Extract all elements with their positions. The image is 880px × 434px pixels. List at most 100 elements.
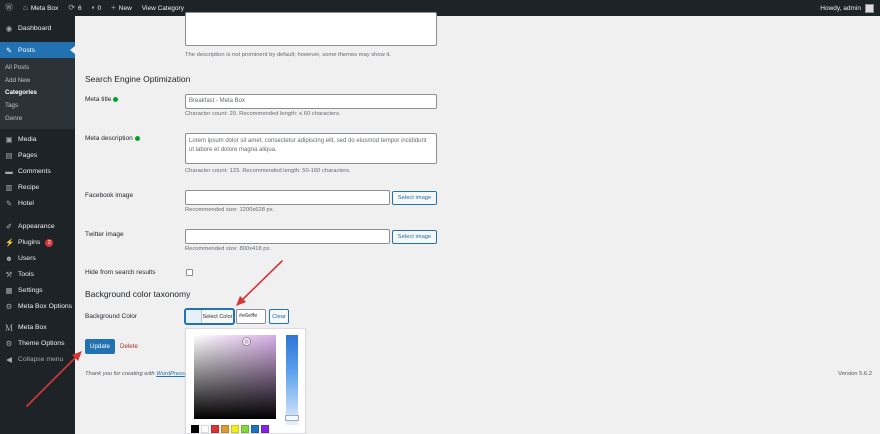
menu-tools[interactable]: ⚒ Tools xyxy=(0,267,75,283)
meta-title-label: Meta title xyxy=(85,96,119,103)
delete-link[interactable]: Delete xyxy=(120,343,138,350)
label-text: Hide from search results xyxy=(85,269,156,276)
comment-icon: ▪ xyxy=(91,3,95,12)
media-icon: ▣ xyxy=(5,135,13,145)
menu-label: Collapse menu xyxy=(18,356,64,364)
description-note: The description is not prominent by defa… xyxy=(185,52,391,58)
updates-menu[interactable]: ⟳ 6 xyxy=(63,0,86,16)
menu-label: Dashboard xyxy=(18,24,52,32)
menu-label: Tools xyxy=(18,271,34,279)
submenu-add-new[interactable]: Add New xyxy=(0,74,75,87)
menu-label: Posts xyxy=(18,46,35,54)
submenu-genre[interactable]: Genre xyxy=(0,112,75,125)
page-icon: ▤ xyxy=(5,151,13,161)
saturation-handle[interactable] xyxy=(243,338,250,345)
submenu-all-posts[interactable]: All Posts xyxy=(0,61,75,74)
menu-label: Theme Options xyxy=(18,340,65,348)
palette-swatch-purple[interactable] xyxy=(261,425,269,433)
background-color-section-title: Background color taxonomy xyxy=(85,289,191,299)
label-text: Twitter image xyxy=(85,231,124,238)
hide-from-search-checkbox[interactable] xyxy=(186,269,193,276)
menu-meta-box[interactable]: M Meta Box xyxy=(0,320,75,336)
submenu-tags[interactable]: Tags xyxy=(0,99,75,112)
menu-media[interactable]: ▣ Media xyxy=(0,132,75,148)
menu-dashboard[interactable]: ◉ Dashboard xyxy=(0,20,75,36)
menu-pages[interactable]: ▤ Pages xyxy=(0,148,75,164)
color-hex-input[interactable]: #e6effe xyxy=(236,309,266,324)
wordpress-logo-menu[interactable]: Ⓦ xyxy=(0,0,18,16)
submenu-categories[interactable]: Categories xyxy=(0,87,75,100)
menu-users[interactable]: ☻ Users xyxy=(0,251,75,267)
meta-description-textarea[interactable]: Lorem ipsum dolor sit amet, consectetur … xyxy=(185,133,437,164)
menu-posts[interactable]: ✎ Posts xyxy=(0,42,75,58)
posts-submenu: All Posts Add New Categories Tags Genre xyxy=(0,58,75,129)
color-palette xyxy=(191,425,269,433)
site-name-menu[interactable]: ⌂ Meta Box xyxy=(18,0,63,16)
hue-slider[interactable] xyxy=(286,335,298,425)
palette-swatch-red[interactable] xyxy=(211,425,219,433)
facebook-select-image-button[interactable]: Select image xyxy=(392,191,437,205)
new-label: New xyxy=(118,4,132,12)
view-category-label: View Category xyxy=(141,4,184,12)
dashboard-icon: ◉ xyxy=(5,23,13,33)
saturation-field[interactable] xyxy=(194,335,276,419)
color-swatch xyxy=(186,310,202,323)
hue-slider-handle[interactable] xyxy=(285,415,299,421)
meta-description-label: Meta description xyxy=(85,135,140,142)
palette-swatch-yellow[interactable] xyxy=(231,425,239,433)
palette-swatch-white[interactable] xyxy=(201,425,209,433)
status-good-icon xyxy=(134,136,140,141)
menu-label: Users xyxy=(18,255,36,263)
description-textarea[interactable] xyxy=(185,12,437,46)
twitter-select-image-button[interactable]: Select image xyxy=(392,230,437,244)
meta-title-input[interactable]: Breakfast - Meta Box xyxy=(185,94,437,109)
menu-meta-box-options[interactable]: ⚙ Meta Box Options xyxy=(0,299,75,315)
facebook-image-label: Facebook image xyxy=(85,192,133,199)
menu-recipe[interactable]: ▥ Recipe xyxy=(0,180,75,196)
collapse-icon: ◀ xyxy=(6,355,12,365)
clear-color-button[interactable]: Clear xyxy=(269,309,289,324)
updates-count: 6 xyxy=(78,4,82,12)
facebook-image-size: Recommended size: 1200x628 px. xyxy=(185,207,275,213)
palette-swatch-blue[interactable] xyxy=(251,425,259,433)
menu-label: Appearance xyxy=(18,223,55,231)
updates-icon: ⟳ xyxy=(68,3,76,12)
menu-theme-options[interactable]: ⚙ Theme Options xyxy=(0,336,75,352)
settings-icon: ▦ xyxy=(5,286,13,296)
twitter-image-input[interactable] xyxy=(185,229,390,244)
plugins-update-badge: 2 xyxy=(45,238,54,247)
new-content-menu[interactable]: + New xyxy=(106,0,137,16)
label-text: Background Color xyxy=(85,313,138,320)
menu-hotel[interactable]: ✎ Hotel xyxy=(0,196,75,212)
menu-label: Pages xyxy=(18,152,38,160)
select-color-button[interactable]: Select Color xyxy=(185,309,234,324)
menu-plugins[interactable]: ⚡ Plugins 2 xyxy=(0,235,75,251)
update-button[interactable]: Update xyxy=(85,339,115,354)
background-color-label: Background Color xyxy=(85,313,137,320)
menu-settings[interactable]: ▦ Settings xyxy=(0,283,75,299)
view-category-link[interactable]: View Category xyxy=(137,0,189,16)
palette-swatch-black[interactable] xyxy=(191,425,199,433)
pin-icon: ✎ xyxy=(5,45,13,55)
gear-icon: ⚙ xyxy=(5,339,13,349)
gear-icon: ⚙ xyxy=(5,302,13,312)
color-picker-panel xyxy=(185,328,306,434)
menu-label: Recipe xyxy=(18,184,40,192)
admin-bar: Ⓦ ⌂ Meta Box ⟳ 6 ▪ 0 + New View Category… xyxy=(0,0,880,16)
collapse-menu-button[interactable]: ◀ Collapse menu xyxy=(0,352,75,368)
comments-menu[interactable]: ▪ 0 xyxy=(87,0,106,16)
palette-swatch-orange[interactable] xyxy=(221,425,229,433)
twitter-image-size: Recommended size: 800x418 px. xyxy=(185,246,272,252)
menu-label: Plugins xyxy=(18,239,41,247)
menu-comments[interactable]: ▬ Comments xyxy=(0,164,75,180)
palette-swatch-green[interactable] xyxy=(241,425,249,433)
menu-label: Hotel xyxy=(18,200,34,208)
recipe-icon: ▥ xyxy=(5,183,13,193)
site-name: Meta Box xyxy=(30,4,59,12)
menu-label: Meta Box Options xyxy=(18,303,73,311)
menu-appearance[interactable]: ✐ Appearance xyxy=(0,219,75,235)
meta-title-count: Character count: 20. Recommended length:… xyxy=(185,111,341,117)
wordpress-link[interactable]: WordPress xyxy=(156,371,185,377)
facebook-image-input[interactable] xyxy=(185,190,390,205)
my-account-menu[interactable]: Howdy, admin xyxy=(820,3,880,13)
